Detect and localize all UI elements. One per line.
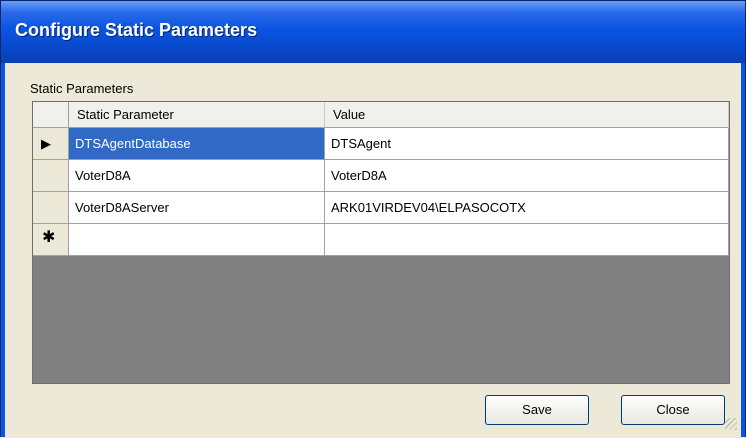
table-row[interactable]: VoterD8A VoterD8A [33, 160, 729, 192]
save-button[interactable]: Save [485, 395, 589, 425]
close-button[interactable]: Close [621, 395, 725, 425]
cell-value[interactable]: ARK01VIRDEV04\ELPASOCOTX [325, 192, 729, 224]
cell-value[interactable] [325, 224, 729, 256]
row-header[interactable]: ✱ [33, 224, 69, 256]
row-header[interactable]: ▶ [33, 128, 69, 160]
window-frame-right [741, 63, 745, 437]
cell-value[interactable]: DTSAgent [325, 128, 729, 160]
window-title: Configure Static Parameters [15, 20, 258, 40]
group-label: Static Parameters [30, 81, 134, 96]
title-bar[interactable]: Configure Static Parameters [1, 1, 745, 63]
new-row-star-icon: ✱ [42, 229, 56, 246]
table-row[interactable]: ▶ DTSAgentDatabase DTSAgent [33, 128, 729, 160]
resize-grip-icon[interactable] [725, 418, 737, 430]
column-header-static-parameter[interactable]: Static Parameter [69, 102, 325, 128]
row-header[interactable] [33, 192, 69, 224]
cell-value[interactable]: VoterD8A [325, 160, 729, 192]
cell-static-parameter[interactable] [69, 224, 325, 256]
cell-static-parameter[interactable]: VoterD8A [69, 160, 325, 192]
cell-static-parameter[interactable]: DTSAgentDatabase [69, 128, 325, 160]
row-header[interactable] [33, 160, 69, 192]
grid-corner-header[interactable] [33, 102, 69, 128]
new-row[interactable]: ✱ [33, 224, 729, 256]
row-arrow-icon: ▶ [41, 136, 51, 151]
parameters-grid[interactable]: Static Parameter Value ▶ DTSAgentDatabas… [32, 101, 730, 384]
table-row[interactable]: VoterD8AServer ARK01VIRDEV04\ELPASOCOTX [33, 192, 729, 224]
cell-static-parameter[interactable]: VoterD8AServer [69, 192, 325, 224]
column-header-value[interactable]: Value [325, 102, 729, 128]
dialog-window: Configure Static Parameters Static Param… [0, 0, 746, 438]
